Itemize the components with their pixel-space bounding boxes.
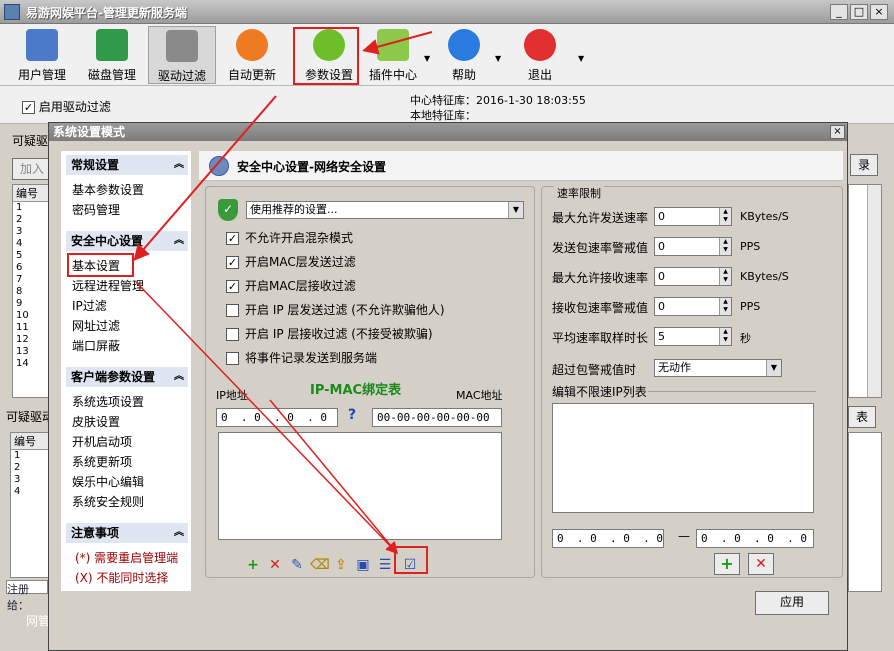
arrow-to-binding-icon: [135, 281, 399, 555]
arrow-to-basic-settings: [133, 95, 277, 262]
arrow-to-binding-icon-2: [269, 399, 398, 555]
annotation-arrows: [133, 31, 433, 555]
arrow-to-params: [362, 31, 433, 55]
